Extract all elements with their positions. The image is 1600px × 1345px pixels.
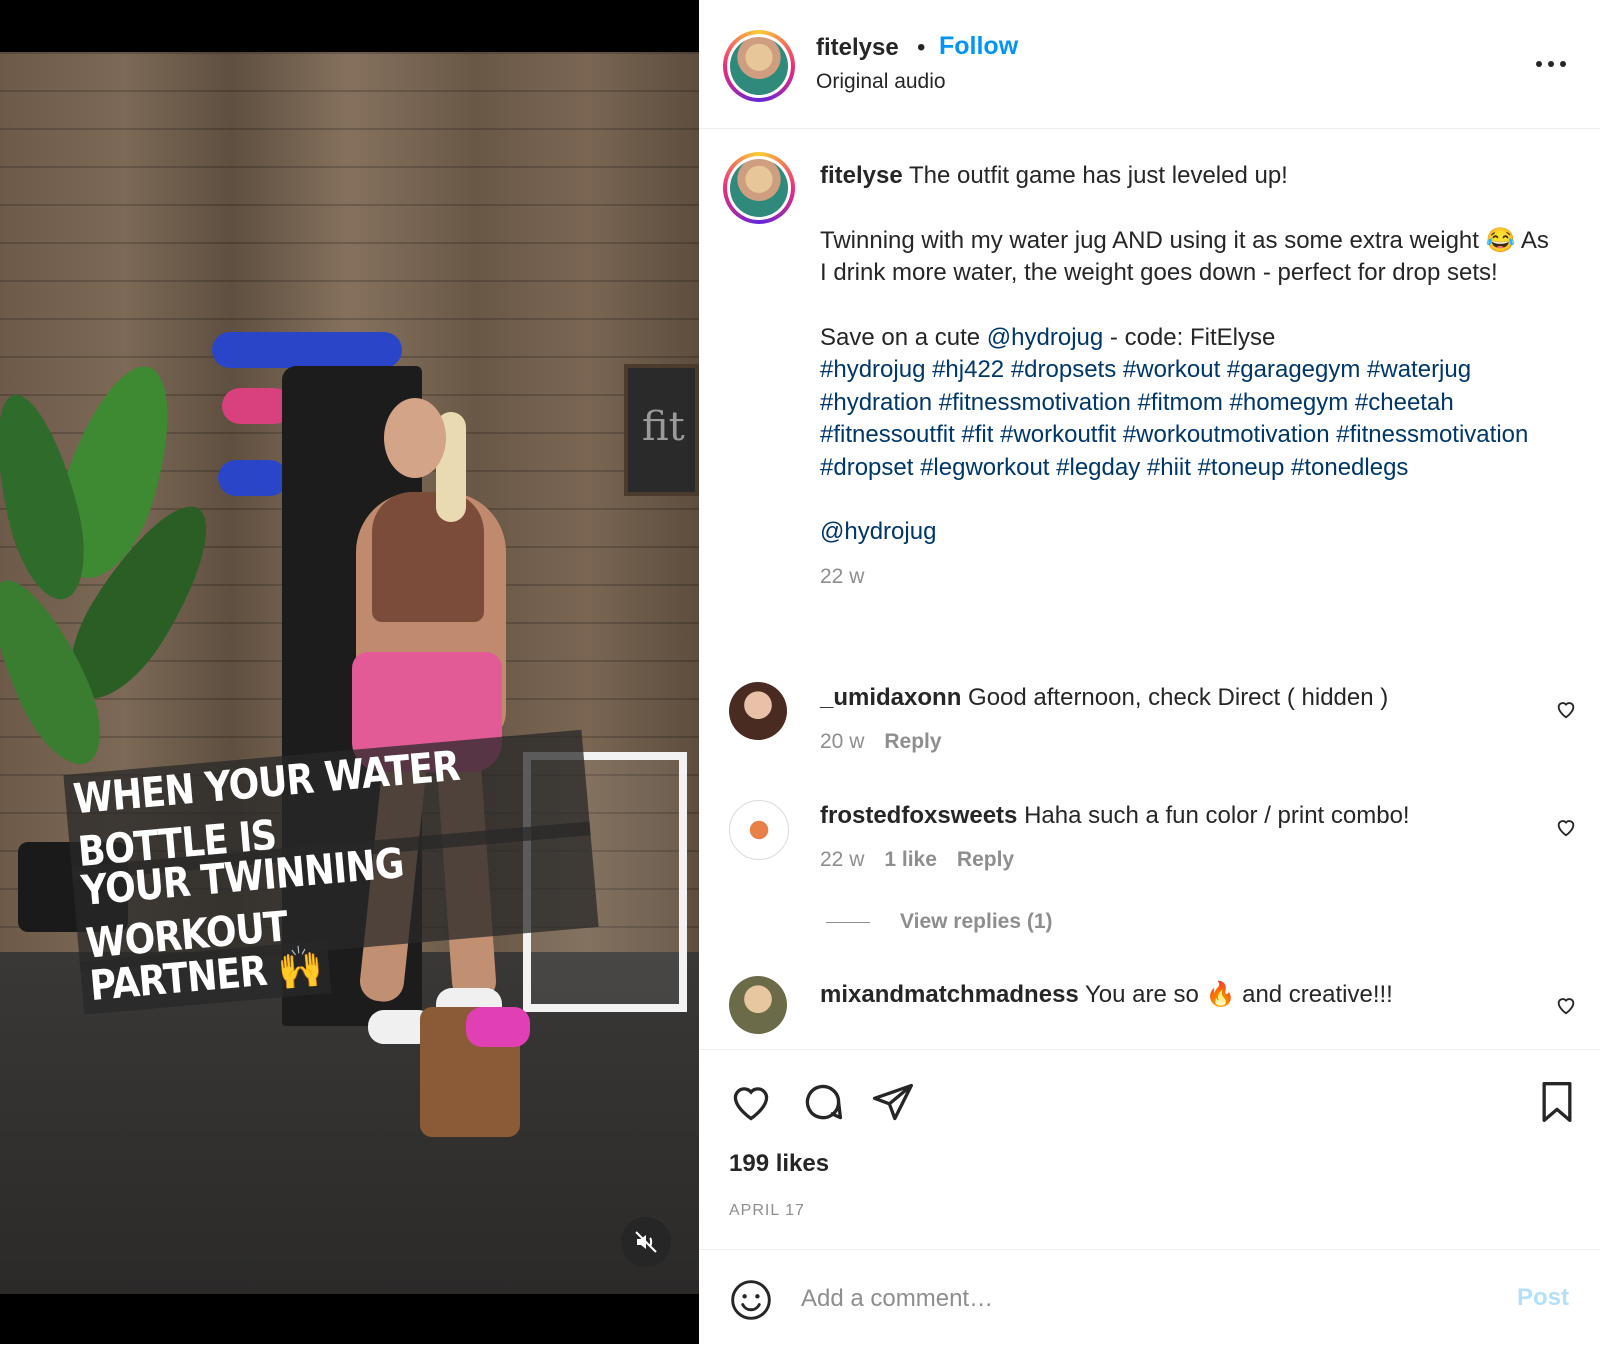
like-comment-heart-icon[interactable] xyxy=(1555,994,1577,1016)
view-replies-label: View replies (1) xyxy=(900,910,1053,933)
hashtags[interactable]: #hydrojug #hj422 #dropsets #workout #gar… xyxy=(820,354,1555,484)
foam-roller-blue xyxy=(212,332,402,368)
post-comment-button[interactable]: Post xyxy=(1517,1284,1569,1312)
caption-line1: The outfit game has just leveled up! xyxy=(908,162,1288,189)
comment-bubble-icon[interactable] xyxy=(801,1080,845,1124)
comment-text: frostedfoxsweets Haha such a fun color /… xyxy=(820,802,1410,830)
comment-age[interactable]: 20 w xyxy=(820,730,864,753)
like-heart-icon[interactable] xyxy=(729,1080,773,1124)
post-date[interactable]: APRIL 17 xyxy=(729,1202,805,1220)
likes-count[interactable]: 199 likes xyxy=(729,1150,829,1178)
chalkboard: fit xyxy=(624,364,699,496)
like-comment-heart-icon[interactable] xyxy=(1555,698,1577,720)
comment-body: Good afternoon, check Direct ( hidden ) xyxy=(968,684,1389,711)
caption-paragraph: Twinning with my water jug AND using it … xyxy=(820,226,1549,287)
caption-save-suffix: - code: FitElyse xyxy=(1109,323,1276,351)
comment-meta: 20 w Reply xyxy=(820,730,962,754)
mention-link[interactable]: @hydrojug xyxy=(987,324,1103,351)
comment-meta: 22 w 1 like Reply xyxy=(820,848,1034,872)
caption-age[interactable]: 22 w xyxy=(820,561,1555,594)
commenter-username[interactable]: frostedfoxsweets xyxy=(820,802,1017,829)
post-panel: fitelyse • Follow Original audio fitelys… xyxy=(699,0,1600,1344)
video-text-overlay: WHEN YOUR WATER BOTTLE IS YOUR TWINNING … xyxy=(63,729,602,1015)
commenter-avatar[interactable] xyxy=(729,800,789,860)
commenter-username[interactable]: mixandmatchmadness xyxy=(820,981,1079,1008)
comment-body: Haha such a fun color / print combo! xyxy=(1024,802,1410,829)
emoji-smiley-icon[interactable] xyxy=(729,1278,773,1322)
comment-age[interactable]: 22 w xyxy=(820,848,864,871)
view-replies-button[interactable]: View replies (1) xyxy=(826,910,1053,934)
caption-avatar[interactable] xyxy=(723,152,795,224)
reply-button[interactable]: Reply xyxy=(884,730,941,753)
comments-section[interactable]: fitelyse The outfit game has just levele… xyxy=(699,128,1600,1048)
mute-button[interactable] xyxy=(621,1217,671,1267)
caption-username[interactable]: fitelyse xyxy=(820,162,903,189)
person-head xyxy=(384,398,446,478)
bookmark-icon[interactable] xyxy=(1535,1080,1579,1124)
post-caption: fitelyse The outfit game has just levele… xyxy=(820,160,1555,593)
share-send-icon[interactable] xyxy=(871,1080,915,1124)
leopard-top xyxy=(372,492,484,622)
comment-likes[interactable]: 1 like xyxy=(884,848,937,871)
comment-body: You are so 🔥 and creative!!! xyxy=(1085,981,1393,1008)
follow-button[interactable]: Follow xyxy=(939,32,1018,61)
comment-input[interactable] xyxy=(799,1276,1483,1322)
caption-save-prefix: Save on a cute xyxy=(820,323,981,351)
post-header: fitelyse • Follow Original audio xyxy=(699,0,1600,129)
commenter-avatar[interactable] xyxy=(729,682,787,740)
chalkboard-text: fit xyxy=(642,404,685,450)
speaker-muted-icon xyxy=(635,1231,657,1253)
author-avatar[interactable] xyxy=(723,30,795,102)
original-audio-link[interactable]: Original audio xyxy=(816,70,946,94)
like-comment-heart-icon[interactable] xyxy=(1555,816,1577,838)
author-username[interactable]: fitelyse xyxy=(816,34,899,62)
more-options-icon[interactable] xyxy=(1535,54,1567,74)
add-comment-bar: Post xyxy=(699,1249,1600,1345)
mention-link[interactable]: @hydrojug xyxy=(820,516,1555,549)
foam-roller-blue-2 xyxy=(218,460,288,496)
separator-dot: • xyxy=(917,34,926,61)
commenter-username[interactable]: _umidaxonn xyxy=(820,684,961,711)
comment-text: _umidaxonn Good afternoon, check Direct … xyxy=(820,684,1388,712)
comment-text: mixandmatchmadness You are so 🔥 and crea… xyxy=(820,980,1393,1009)
post-actions: 199 likes APRIL 17 xyxy=(699,1049,1600,1250)
reel-media[interactable]: fit WHEN YOUR WATER BOTTLE IS YOUR TWINN… xyxy=(0,0,699,1344)
video-frame[interactable]: fit WHEN YOUR WATER BOTTLE IS YOUR TWINN… xyxy=(0,52,699,1294)
water-jug-cap xyxy=(466,1007,530,1047)
replies-line xyxy=(826,921,870,923)
commenter-avatar[interactable] xyxy=(729,976,787,1034)
reply-button[interactable]: Reply xyxy=(957,848,1014,871)
